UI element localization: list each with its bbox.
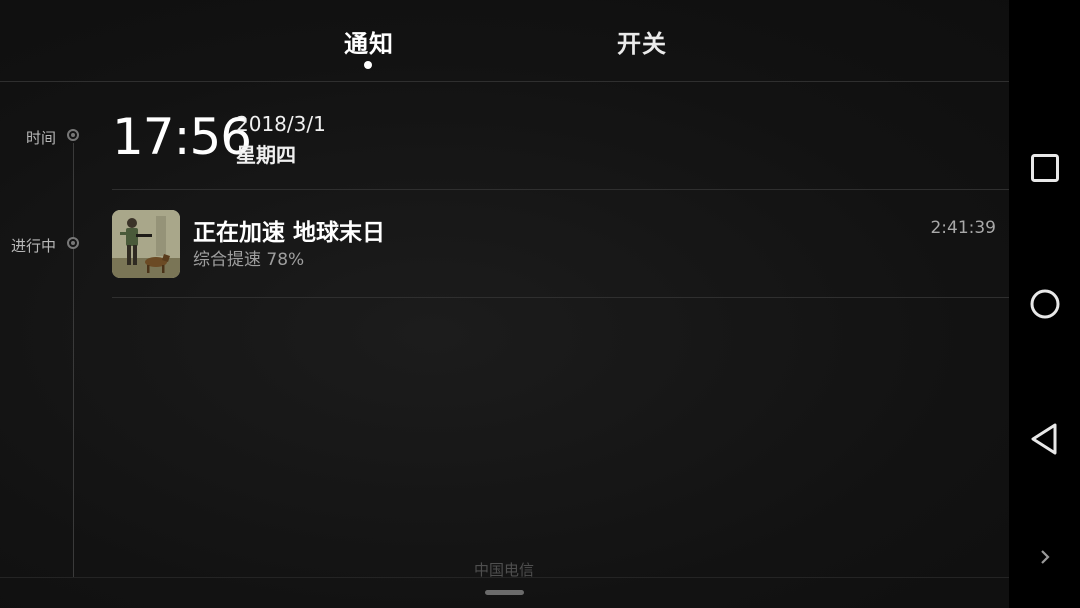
active-tab-indicator	[364, 61, 372, 69]
expand-icon	[1040, 550, 1050, 564]
recents-icon	[1030, 154, 1059, 182]
game-app-icon	[112, 210, 180, 278]
clock-date: 2018/3/1	[236, 112, 326, 136]
tab-notifications[interactable]: 通知	[344, 24, 394, 59]
carrier-label: 中国电信	[474, 561, 535, 579]
tab-switches[interactable]: 开关	[617, 24, 667, 59]
notification-divider	[112, 297, 1009, 298]
home-icon	[1030, 289, 1059, 319]
notification-elapsed-time: 2:41:39	[930, 218, 996, 238]
notification-item[interactable]: 正在加速 地球末日 综合提速 78% 2:41:39	[112, 190, 1009, 297]
back-button[interactable]	[1009, 409, 1080, 469]
home-button[interactable]	[1009, 274, 1080, 334]
timeline-line	[73, 143, 74, 578]
timeline-label-ongoing: 进行中	[11, 237, 57, 255]
timeline-label-time: 时间	[26, 129, 57, 147]
recents-button[interactable]	[1009, 138, 1080, 198]
clock-weekday: 星期四	[236, 143, 296, 167]
notification-shade: 通知 开关 时间 进行中 17:56 2018/3/1 星期四 正在加速 地球末…	[0, 0, 1080, 608]
clock-time: 17:56	[112, 108, 252, 166]
notification-subtitle: 综合提速 78%	[193, 250, 305, 270]
drag-handle[interactable]	[485, 590, 524, 595]
expand-button[interactable]	[1009, 527, 1080, 587]
back-icon	[1031, 423, 1056, 455]
tab-divider	[0, 81, 1009, 82]
timeline-dot-time	[67, 129, 79, 141]
tab-bar: 通知 开关	[0, 0, 1009, 81]
notification-title: 正在加速 地球末日	[193, 220, 386, 246]
navigation-bar	[1009, 0, 1080, 608]
timeline-dot-ongoing	[67, 237, 79, 249]
